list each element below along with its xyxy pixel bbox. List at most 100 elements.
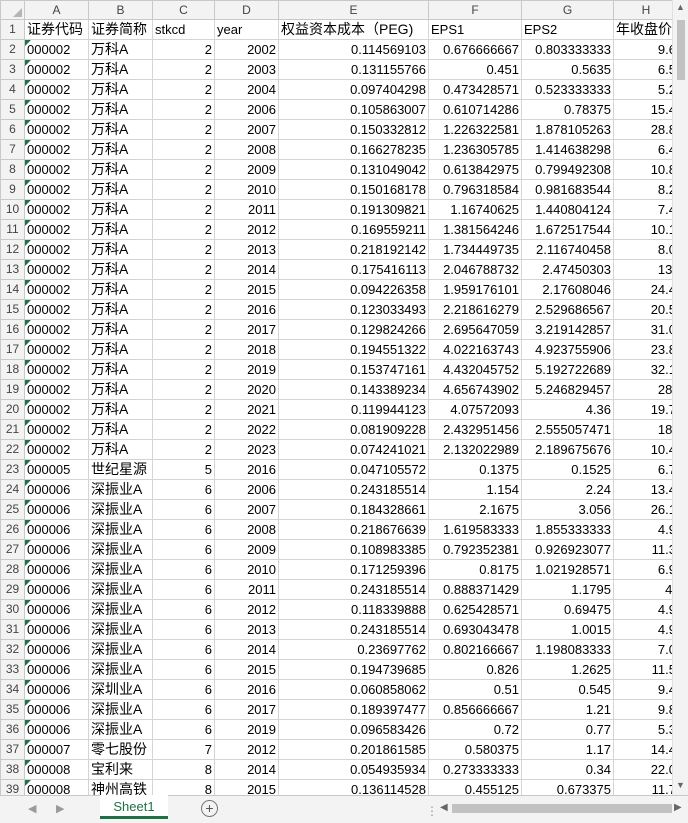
- data-cell[interactable]: 2008: [214, 139, 279, 160]
- data-cell[interactable]: 000002: [24, 159, 89, 180]
- data-cell[interactable]: 深振业A: [88, 559, 153, 580]
- scroll-down-arrow-icon[interactable]: ▼: [676, 780, 685, 790]
- data-cell[interactable]: 0.243185514: [278, 579, 429, 600]
- data-cell[interactable]: 2: [152, 99, 215, 120]
- data-cell[interactable]: 7.4: [613, 199, 679, 220]
- data-cell[interactable]: 1.381564246: [428, 219, 522, 240]
- data-cell[interactable]: 0.803333333: [521, 39, 614, 60]
- data-cell[interactable]: 深圳业A: [88, 679, 153, 700]
- data-cell[interactable]: 宝利来: [88, 759, 153, 780]
- data-cell[interactable]: 0.123033493: [278, 299, 429, 320]
- column-header-b[interactable]: B: [88, 0, 153, 20]
- row-number[interactable]: 25: [0, 499, 25, 520]
- data-cell[interactable]: 2.432951456: [428, 419, 522, 440]
- data-cell[interactable]: 4.656743902: [428, 379, 522, 400]
- row-number[interactable]: 35: [0, 699, 25, 720]
- data-cell[interactable]: 2023: [214, 439, 279, 460]
- data-cell[interactable]: 1.0015: [521, 619, 614, 640]
- data-cell[interactable]: 32.1: [613, 359, 679, 380]
- data-cell[interactable]: 000002: [24, 219, 89, 240]
- data-cell[interactable]: 2012: [214, 599, 279, 620]
- data-cell[interactable]: 1.154: [428, 479, 522, 500]
- data-cell[interactable]: 2007: [214, 499, 279, 520]
- data-cell[interactable]: 4.923755906: [521, 339, 614, 360]
- data-cell[interactable]: 15.4: [613, 99, 679, 120]
- data-cell[interactable]: 深振业A: [88, 699, 153, 720]
- data-cell[interactable]: 000002: [24, 359, 89, 380]
- data-cell[interactable]: 0.34: [521, 759, 614, 780]
- data-cell[interactable]: 000002: [24, 439, 89, 460]
- data-cell[interactable]: 0.129824266: [278, 319, 429, 340]
- header-cell[interactable]: EPS1: [428, 19, 522, 40]
- add-sheet-button[interactable]: +: [201, 800, 218, 817]
- column-header-e[interactable]: E: [278, 0, 429, 20]
- data-cell[interactable]: 000002: [24, 59, 89, 80]
- header-cell[interactable]: 权益资本成本（PEG): [278, 19, 429, 40]
- data-cell[interactable]: 5.2: [613, 79, 679, 100]
- data-cell[interactable]: 2.1675: [428, 499, 522, 520]
- data-cell[interactable]: 2.529686567: [521, 299, 614, 320]
- data-cell[interactable]: 2018: [214, 339, 279, 360]
- data-cell[interactable]: 万科A: [88, 339, 153, 360]
- data-cell[interactable]: 0.218192142: [278, 239, 429, 260]
- header-cell[interactable]: 证券简称: [88, 19, 153, 40]
- data-cell[interactable]: 1.619583333: [428, 519, 522, 540]
- data-cell[interactable]: 6: [152, 679, 215, 700]
- data-cell[interactable]: 0.802166667: [428, 639, 522, 660]
- data-cell[interactable]: 2016: [214, 459, 279, 480]
- data-cell[interactable]: 2.24: [521, 479, 614, 500]
- data-cell[interactable]: 26.1: [613, 499, 679, 520]
- data-cell[interactable]: 万科A: [88, 79, 153, 100]
- data-cell[interactable]: 1.1795: [521, 579, 614, 600]
- data-cell[interactable]: 6: [152, 719, 215, 740]
- data-cell[interactable]: 深振业A: [88, 599, 153, 620]
- data-cell[interactable]: 1.855333333: [521, 519, 614, 540]
- data-cell[interactable]: 0.856666667: [428, 699, 522, 720]
- data-cell[interactable]: 000002: [24, 99, 89, 120]
- data-cell[interactable]: 0.189397477: [278, 699, 429, 720]
- data-cell[interactable]: 13.: [613, 259, 679, 280]
- data-cell[interactable]: 0.097404298: [278, 79, 429, 100]
- data-cell[interactable]: 6: [152, 659, 215, 680]
- row-number[interactable]: 12: [0, 239, 25, 260]
- data-cell[interactable]: 0.166278235: [278, 139, 429, 160]
- data-cell[interactable]: 2.695647059: [428, 319, 522, 340]
- row-number[interactable]: 20: [0, 399, 25, 420]
- data-cell[interactable]: 000002: [24, 199, 89, 220]
- data-cell[interactable]: 深振业A: [88, 479, 153, 500]
- data-cell[interactable]: 零七股份: [88, 739, 153, 760]
- data-cell[interactable]: 万科A: [88, 299, 153, 320]
- row-number[interactable]: 28: [0, 559, 25, 580]
- data-cell[interactable]: 000002: [24, 319, 89, 340]
- data-cell[interactable]: 2017: [214, 319, 279, 340]
- data-cell[interactable]: 1.198083333: [521, 639, 614, 660]
- data-cell[interactable]: 万科A: [88, 99, 153, 120]
- data-cell[interactable]: 0.171259396: [278, 559, 429, 580]
- data-cell[interactable]: 0.610714286: [428, 99, 522, 120]
- select-all-corner[interactable]: [0, 0, 25, 20]
- data-cell[interactable]: 2013: [214, 239, 279, 260]
- data-cell[interactable]: 2.47450303: [521, 259, 614, 280]
- data-cell[interactable]: 4.07572093: [428, 399, 522, 420]
- data-cell[interactable]: 23.8: [613, 339, 679, 360]
- data-cell[interactable]: 0.926923077: [521, 539, 614, 560]
- row-number[interactable]: 37: [0, 739, 25, 760]
- data-cell[interactable]: 2: [152, 339, 215, 360]
- data-cell[interactable]: 2: [152, 319, 215, 340]
- data-cell[interactable]: 0.175416113: [278, 259, 429, 280]
- data-cell[interactable]: 0.693043478: [428, 619, 522, 640]
- data-cell[interactable]: 000002: [24, 179, 89, 200]
- data-cell[interactable]: 2011: [214, 579, 279, 600]
- data-cell[interactable]: 0.69475: [521, 599, 614, 620]
- horizontal-scrollbar[interactable]: ◀ ▶: [438, 801, 684, 816]
- data-cell[interactable]: 8: [152, 779, 215, 795]
- data-cell[interactable]: 2: [152, 39, 215, 60]
- data-cell[interactable]: 深振业A: [88, 719, 153, 740]
- data-cell[interactable]: 2016: [214, 679, 279, 700]
- row-number[interactable]: 27: [0, 539, 25, 560]
- data-cell[interactable]: 2.17608046: [521, 279, 614, 300]
- data-cell[interactable]: 8.0: [613, 239, 679, 260]
- data-cell[interactable]: 0.625428571: [428, 599, 522, 620]
- data-cell[interactable]: 4.022163743: [428, 339, 522, 360]
- data-cell[interactable]: 28.: [613, 379, 679, 400]
